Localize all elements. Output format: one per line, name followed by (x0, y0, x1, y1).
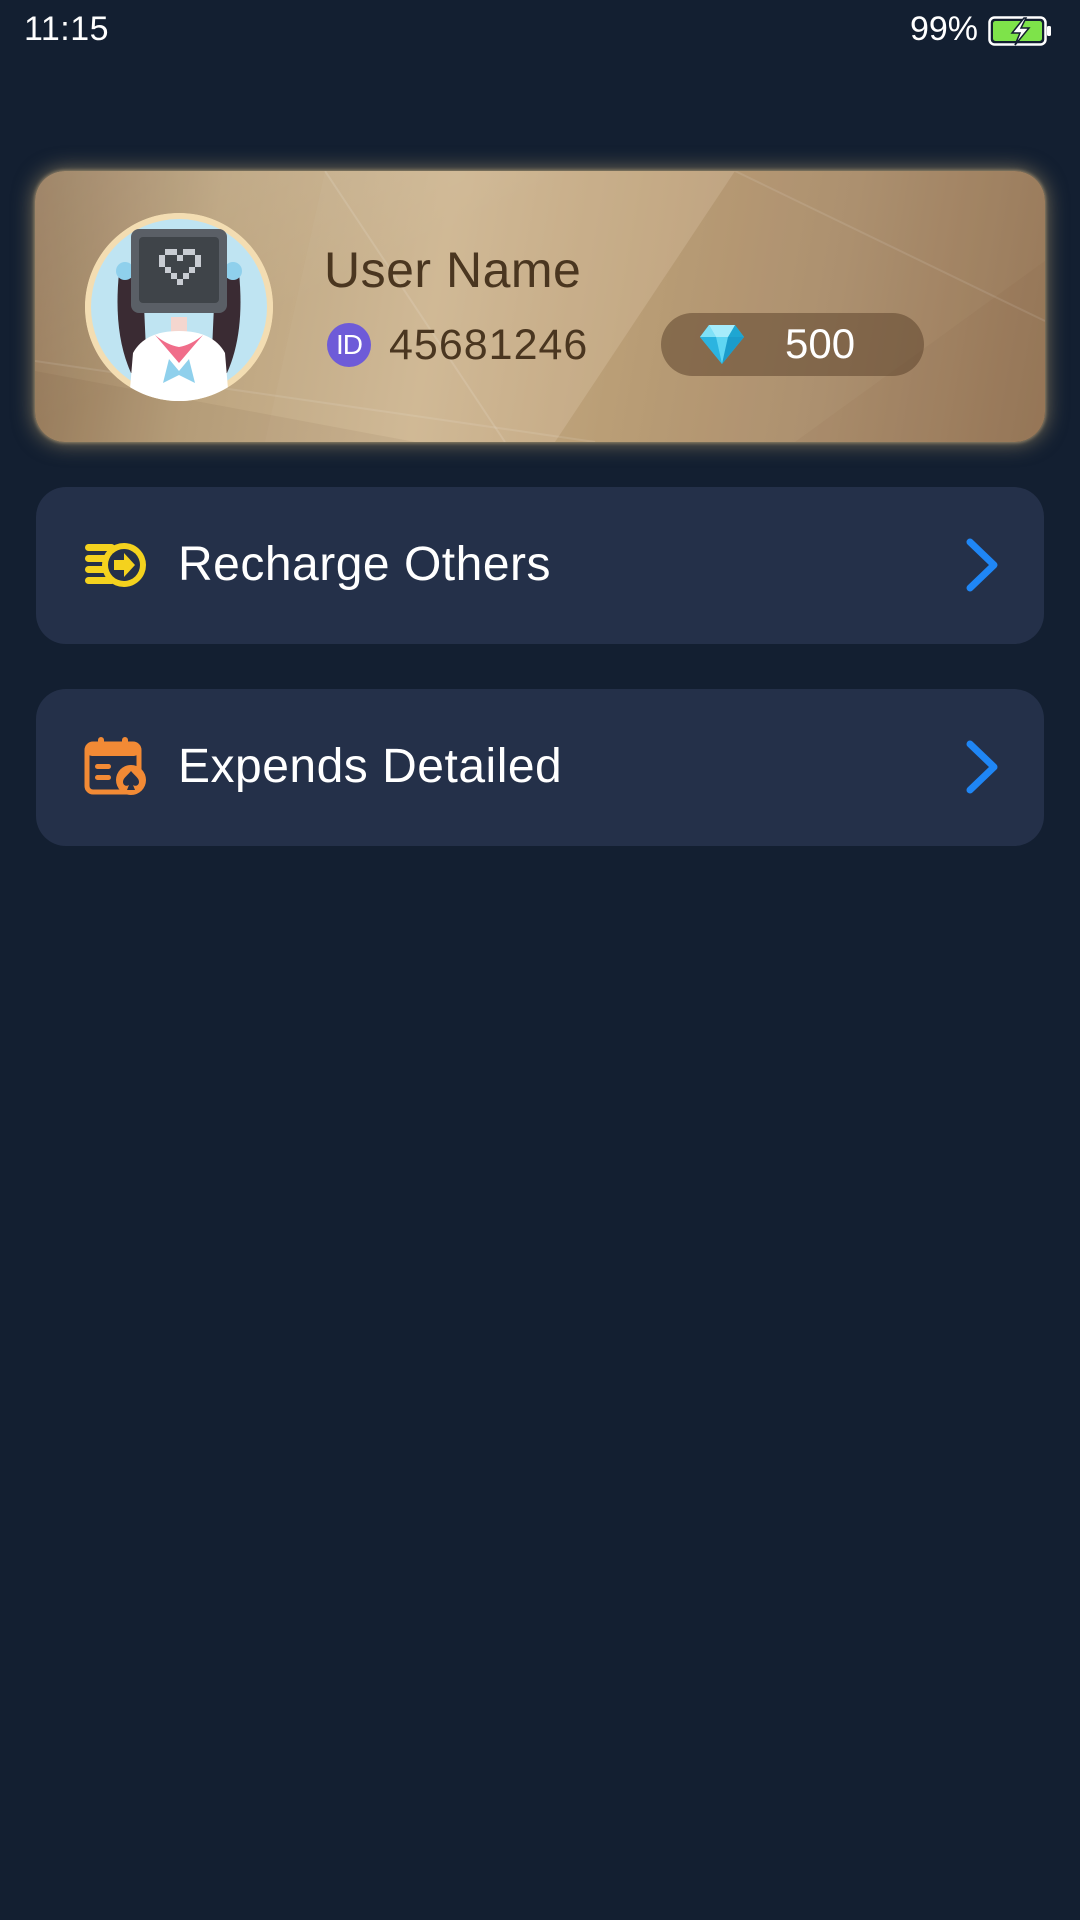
profile-card: User Name ID 45681246 500 (35, 171, 1045, 442)
expends-detailed-row[interactable]: Expends Detailed (36, 689, 1044, 846)
avatar-girl-monitor-head-icon (85, 213, 273, 401)
user-id: 45681246 (389, 321, 589, 369)
diamond-icon (700, 325, 744, 364)
battery-charging-icon (988, 16, 1051, 46)
avatar[interactable] (85, 213, 273, 401)
battery-percent: 99% (909, 10, 978, 48)
id-badge-icon: ID (327, 323, 371, 367)
recharge-others-row[interactable]: Recharge Others (36, 487, 1044, 644)
recharge-screen: 11:15 99% User Name ID 45681246 500 Rech… (0, 0, 1080, 1920)
status-bar: 11:15 99% (0, 0, 1080, 64)
status-time: 11:15 (24, 10, 110, 48)
chevron-right-icon (966, 740, 998, 794)
user-name: User Name (324, 242, 582, 298)
diamond-count: 500 (785, 320, 856, 367)
diamond-balance[interactable]: 500 (661, 313, 924, 376)
recharge-others-label: Recharge Others (178, 538, 552, 591)
recharge-coins-icon (85, 543, 146, 587)
chevron-right-icon (966, 538, 998, 592)
calendar-spade-icon (84, 737, 146, 795)
expends-detailed-label: Expends Detailed (178, 740, 563, 793)
